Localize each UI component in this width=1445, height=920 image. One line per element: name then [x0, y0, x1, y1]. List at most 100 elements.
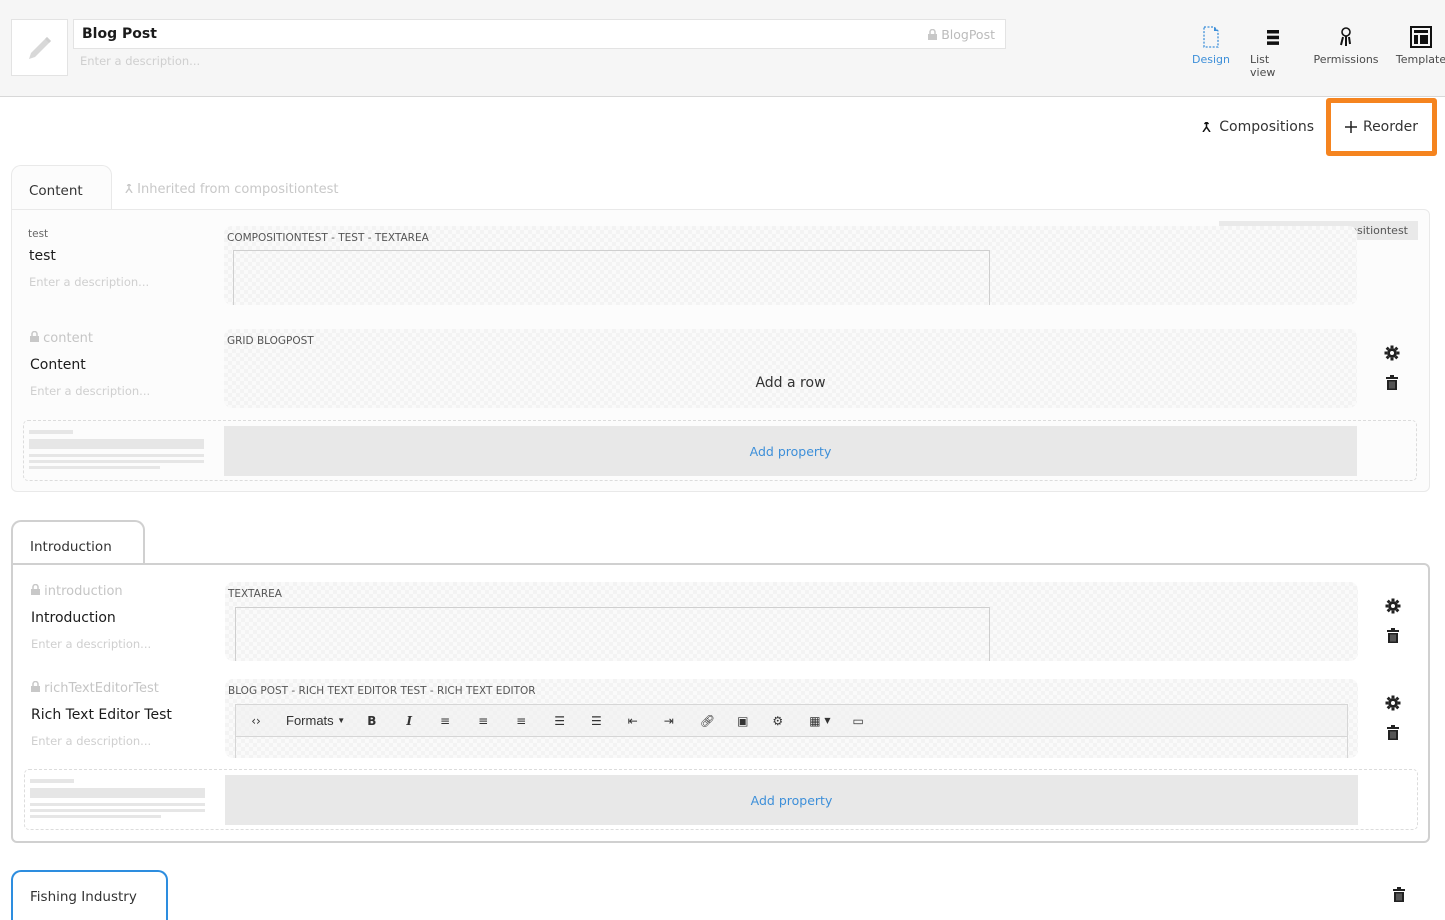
move-icon [1344, 121, 1357, 133]
add-property-button[interactable]: Add property [225, 775, 1358, 825]
nav-design-label: Design [1192, 53, 1230, 66]
trash-icon[interactable] [1386, 375, 1398, 390]
skeleton-line [29, 430, 73, 434]
tab-inherited-label: Inherited from compositiontest [125, 182, 339, 197]
property-name: Introduction [31, 610, 116, 626]
property-name: test [29, 248, 56, 264]
lock-icon [31, 583, 40, 595]
gear-icon[interactable] [1385, 695, 1401, 711]
merge-icon [125, 183, 133, 194]
indent-icon: ⇥ [663, 713, 674, 728]
gear-icon[interactable] [1384, 345, 1400, 361]
skeleton-line [30, 788, 205, 798]
nav-design[interactable]: Design [1192, 25, 1230, 79]
add-property-row[interactable]: Add property [24, 769, 1418, 830]
group-introduction: Introduction introduction Introduction E… [11, 520, 1430, 845]
icon-picker-button[interactable] [11, 19, 68, 76]
rte-toolbar: ‹› Formats ▼ B I ≡ ≡ ≡ ☰ ☰ ⇤ ⇥ 🔗︎ ▣ ⚙ ▦ … [235, 704, 1348, 737]
property-description: Enter a description... [30, 384, 151, 398]
group-tab-label: Fishing Industry [30, 889, 137, 905]
property-actions [1385, 695, 1401, 740]
compositions-label: Compositions [1219, 119, 1314, 135]
alias-field[interactable]: BlogPost [928, 20, 995, 50]
gear-icon[interactable] [1385, 598, 1401, 614]
table-icon: ▦ ▼ [809, 713, 831, 728]
align-left-icon: ≡ [440, 713, 451, 728]
skeleton-line [30, 815, 161, 818]
property-description: Enter a description... [31, 734, 152, 748]
merge-icon [1202, 122, 1211, 132]
compositions-button[interactable]: Compositions [1202, 119, 1314, 135]
nav-permissions[interactable]: Permissions [1313, 25, 1379, 79]
property-test: test test Enter a description... COMPOSI… [12, 226, 1412, 306]
editor-label: BLOG POST - RICH TEXT EDITOR TEST - RICH… [228, 685, 536, 697]
property-editor-preview[interactable]: GRID BLOGPOST Add a row [224, 329, 1357, 408]
group-tab-content[interactable]: Content [11, 165, 112, 210]
group-fishing-industry: Fishing Industry [11, 870, 1430, 920]
align-right-icon: ≡ [516, 713, 527, 728]
trash-icon[interactable] [1393, 887, 1405, 902]
editor-label: COMPOSITIONTEST - TEST - TEXTAREA [227, 232, 429, 244]
group-tab-introduction[interactable]: Introduction [11, 520, 145, 565]
italic-icon: I [406, 713, 412, 728]
group-panel: introduction Introduction Enter a descri… [11, 563, 1430, 843]
lock-icon [30, 330, 39, 342]
textarea-preview [235, 607, 990, 661]
skeleton-line [30, 809, 205, 812]
property-rich-text-editor-test: richTextEditorTest Rich Text Editor Test… [13, 679, 1413, 759]
property-editor-preview[interactable]: COMPOSITIONTEST - TEST - TEXTAREA [224, 226, 1357, 305]
image-icon: ▣ [737, 713, 749, 728]
nav-list-view-label: List view [1250, 53, 1276, 79]
nav-list-view[interactable]: List view [1250, 25, 1295, 79]
add-property-row[interactable]: Add property [23, 420, 1417, 481]
description-input[interactable]: Enter a description... [80, 54, 200, 68]
editor-label: TEXTAREA [228, 588, 282, 600]
property-name: Rich Text Editor Test [31, 707, 172, 723]
pencil-icon [28, 36, 51, 59]
skeleton-line [29, 466, 160, 469]
embed-icon: ▭ [852, 713, 864, 728]
property-introduction: introduction Introduction Enter a descri… [13, 582, 1413, 662]
trash-icon[interactable] [1387, 725, 1399, 740]
property-actions [1384, 345, 1400, 390]
textarea-preview [233, 250, 990, 305]
document-type-name-input[interactable]: Blog Post BlogPost [73, 19, 1006, 49]
source-code-icon: ‹› [251, 713, 261, 728]
skeleton-line [29, 439, 204, 449]
group-panel: Inherited from compositiontest test test… [11, 209, 1430, 492]
alias-value: BlogPost [941, 27, 995, 42]
group-tab-fishing-industry[interactable]: Fishing Industry [11, 870, 168, 920]
property-alias: richTextEditorTest [31, 680, 159, 696]
keys-icon [1340, 27, 1351, 46]
nav-template-label: Template [1395, 53, 1445, 66]
property-content: content Content Enter a description... G… [12, 329, 1412, 409]
editor-label: GRID BLOGPOST [227, 335, 314, 347]
align-center-icon: ≡ [478, 713, 489, 728]
design-toolbar: Compositions Reorder [1202, 98, 1437, 156]
property-alias: content [30, 330, 93, 346]
lock-icon [928, 28, 938, 40]
nav-template[interactable]: Template [1395, 25, 1445, 79]
lock-icon [31, 680, 40, 692]
trash-icon[interactable] [1387, 628, 1399, 643]
add-property-button[interactable]: Add property [224, 426, 1357, 476]
reorder-button[interactable]: Reorder [1326, 98, 1437, 156]
document-type-name: Blog Post [82, 26, 157, 42]
skeleton-line [29, 454, 204, 457]
skeleton-line [29, 460, 204, 463]
nav-permissions-label: Permissions [1313, 53, 1379, 66]
group-actions [1393, 887, 1405, 906]
property-editor-preview[interactable]: BLOG POST - RICH TEXT EDITOR TEST - RICH… [225, 679, 1358, 758]
macro-icon: ⚙ [772, 713, 784, 728]
group-content: Content Inherited from compositiontest I… [11, 165, 1430, 495]
skeleton-line [30, 779, 74, 783]
skeleton-line [30, 803, 205, 806]
reorder-label: Reorder [1362, 119, 1419, 135]
add-row-label: Add a row [755, 375, 826, 391]
outdent-icon: ⇤ [627, 713, 638, 728]
link-icon: 🔗︎ [699, 713, 716, 728]
property-actions [1385, 598, 1401, 643]
property-description: Enter a description... [31, 637, 152, 651]
property-editor-preview[interactable]: TEXTAREA [225, 582, 1358, 661]
editor-header: Blog Post BlogPost Enter a description..… [0, 0, 1445, 97]
